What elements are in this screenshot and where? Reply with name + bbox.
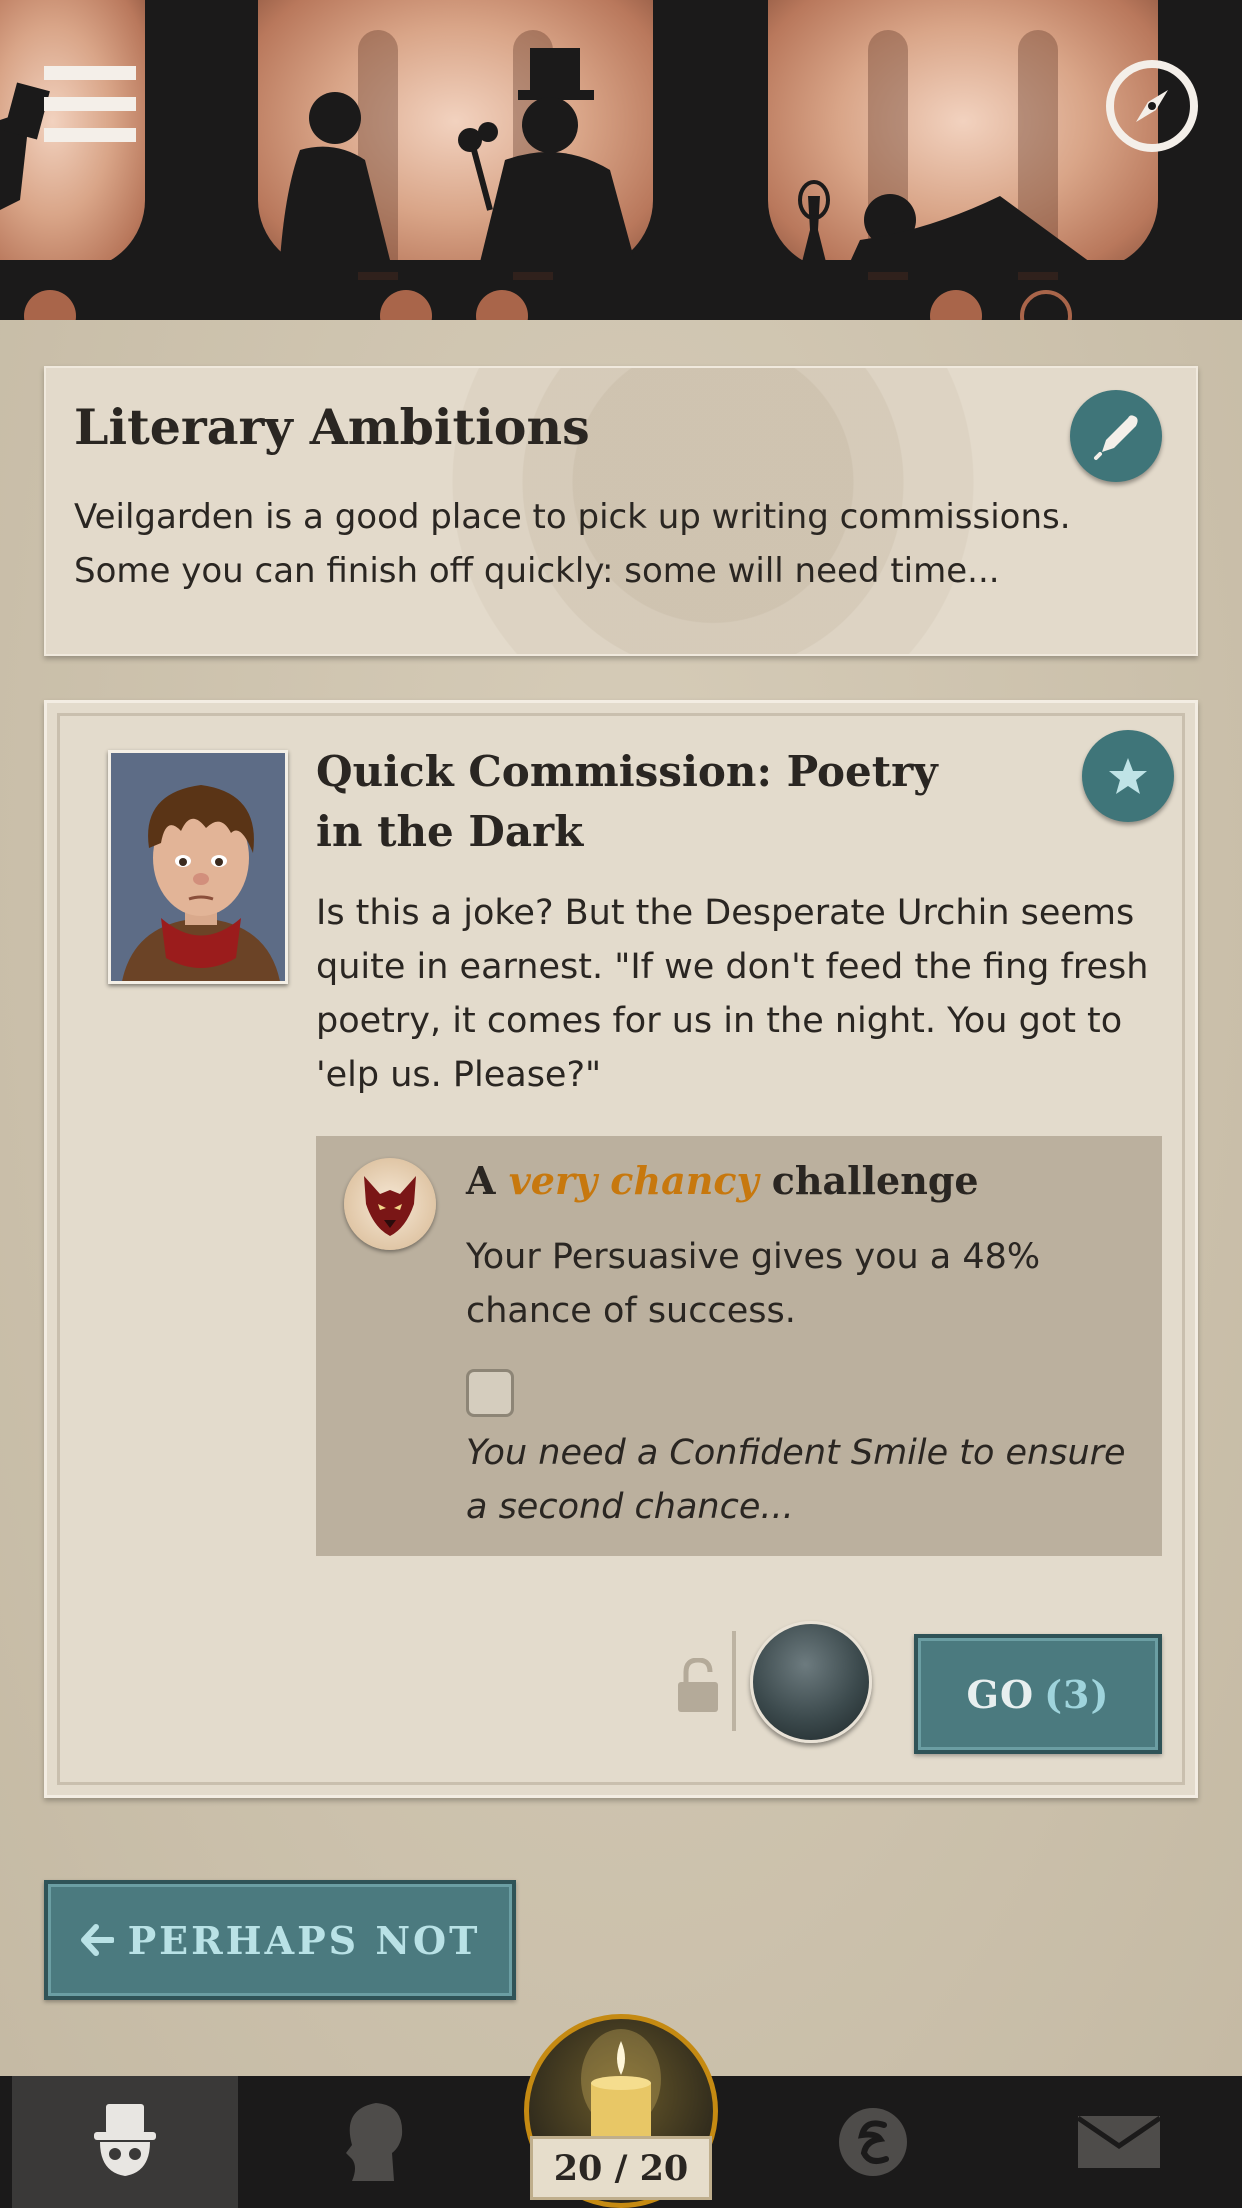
storylet-header-card: Literary Ambitions Veilgarden is a good … [44,366,1198,656]
go-label: GO [966,1671,1035,1717]
second-chance-text: You need a Confident Smile to ensure a s… [466,1433,1126,1527]
branch-card-frame: Quick Commission: Poetry in the Dark Is … [57,713,1185,1785]
menu-bar [44,128,136,142]
branch-description: Is this a joke? But the Desperate Urchin… [316,893,1149,1095]
menu-bar [44,97,136,111]
quill-glyph [1094,415,1138,460]
desperate-urchin-portrait [108,750,288,984]
storylet-title: Literary Ambitions [74,398,590,456]
challenge-description: Your Persuasive gives you a 48% chance o… [466,1237,1041,1331]
fox-glyph [364,1176,416,1236]
arrow-left-icon [80,1924,114,1956]
tab-messages[interactable] [1006,2076,1232,2208]
fate-icon [839,2108,907,2176]
banner-ledge [0,260,1242,272]
challenge-box: A very chancy challenge Your Persuasive … [316,1136,1162,1556]
banner-silhouettes [0,48,1090,262]
star-icon[interactable] [1082,730,1174,822]
tab-story[interactable] [12,2076,238,2208]
challenge-difficulty: very chancy [508,1158,759,1203]
compass-icon[interactable] [1106,60,1198,152]
second-chance-quality-icon[interactable] [750,1621,872,1743]
top-hat-skull-icon [94,2104,156,2176]
unlock-icon [678,1658,718,1712]
challenge-suffix: challenge [771,1158,979,1203]
compass-needle [1136,90,1168,122]
action-divider [732,1631,736,1731]
profile-head-icon [346,2103,403,2181]
tab-myself[interactable] [260,2076,486,2208]
envelope-icon [1078,2116,1160,2168]
perhaps-not-button[interactable]: PERHAPS NOT [44,1880,516,2000]
persuasive-fox-icon [344,1158,436,1250]
challenge-prefix: A [466,1158,496,1203]
urchin-illustration [111,753,285,981]
actions-counter: 20 / 20 [530,2136,712,2200]
go-action-cost: (3) [1044,1671,1110,1717]
menu-bar [44,66,136,80]
hamburger-menu-icon[interactable] [44,66,136,142]
branch-card: Quick Commission: Poetry in the Dark Is … [44,700,1198,1798]
go-button[interactable]: GO (3) [914,1634,1162,1754]
storylet-description: Veilgarden is a good place to pick up wr… [74,497,1071,591]
second-chance-checkbox[interactable] [466,1369,514,1417]
tab-fate[interactable] [760,2076,986,2208]
star-glyph [1109,758,1147,794]
perhaps-not-label: PERHAPS NOT [127,1917,481,1963]
header-banner [0,0,1242,320]
challenge-title: A very chancy challenge [466,1158,979,1203]
branch-title: Quick Commission: Poetry in the Dark [316,747,938,856]
quill-icon[interactable] [1070,390,1162,482]
